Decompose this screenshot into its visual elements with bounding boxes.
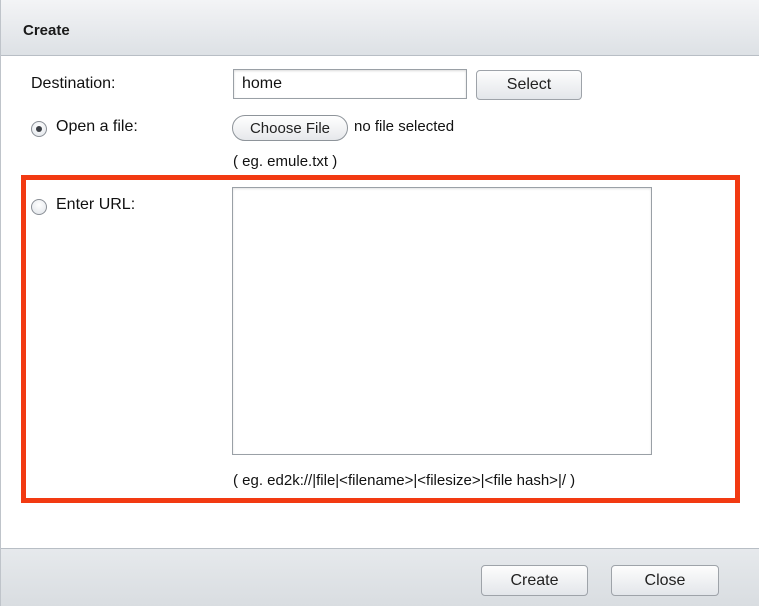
- destination-label: Destination:: [31, 75, 116, 92]
- select-button-label: Select: [506, 76, 552, 93]
- file-example-hint: ( eg. emule.txt ): [233, 153, 338, 170]
- dialog-titlebar: Create: [1, 0, 759, 56]
- create-button[interactable]: Create: [481, 565, 588, 596]
- choose-file-button[interactable]: Choose File: [232, 115, 348, 141]
- no-file-selected-text: no file selected: [354, 118, 455, 135]
- enter-url-label: Enter URL:: [56, 196, 136, 213]
- create-dialog: Create Destination: Select Open a file: …: [0, 0, 759, 606]
- dialog-footer: Create Close: [1, 548, 759, 606]
- close-button[interactable]: Close: [611, 565, 719, 596]
- dialog-title: Create: [23, 22, 70, 39]
- destination-input[interactable]: [233, 69, 467, 99]
- open-file-label: Open a file:: [56, 118, 138, 135]
- create-button-label: Create: [510, 571, 559, 589]
- choose-file-button-label: Choose File: [249, 119, 331, 137]
- enter-url-radio[interactable]: [31, 199, 47, 215]
- url-example-hint: ( eg. ed2k://|file|<filename>|<filesize>…: [233, 472, 576, 489]
- url-textarea[interactable]: [232, 187, 652, 455]
- open-file-radio[interactable]: [31, 121, 47, 137]
- select-button[interactable]: Select: [476, 70, 582, 100]
- close-button-label: Close: [644, 571, 686, 589]
